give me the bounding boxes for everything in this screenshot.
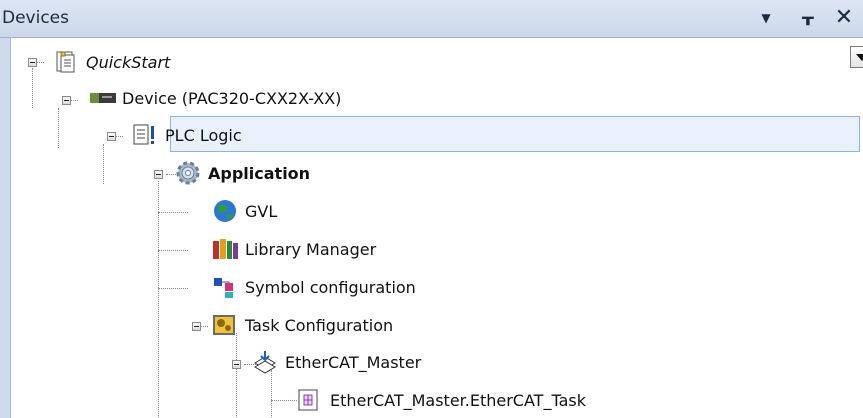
gear-icon bbox=[174, 160, 202, 186]
tree-item-label: Library Manager bbox=[245, 239, 377, 259]
tree-item-ethercat-master[interactable]: EtherCAT_Master bbox=[251, 344, 421, 380]
tree-item-task-configuration[interactable]: Task Configuration bbox=[211, 307, 393, 343]
symbol-config-icon bbox=[211, 274, 239, 300]
tree-item-device[interactable]: Device (PAC320-CXX2X-XX) bbox=[88, 80, 341, 116]
tree-item-label: PLC Logic bbox=[165, 125, 242, 145]
tree-item-label: QuickStart bbox=[86, 52, 171, 72]
tree-item-ethercat-task[interactable]: EtherCAT_Master.EtherCAT_Task bbox=[296, 382, 586, 418]
close-icon[interactable]: ✕ bbox=[833, 6, 855, 30]
pin-icon[interactable]: ᚁ bbox=[797, 6, 819, 30]
left-edge-bar bbox=[0, 38, 11, 418]
tree-item-symbol-configuration[interactable]: Symbol configuration bbox=[211, 269, 416, 305]
tree-item-label: Symbol configuration bbox=[245, 277, 416, 297]
tree-item-plc-logic[interactable]: PLC Logic bbox=[131, 117, 242, 153]
tree-item-label: EtherCAT_Master bbox=[285, 352, 422, 372]
library-icon bbox=[211, 236, 239, 262]
plc-logic-icon bbox=[131, 122, 159, 148]
tree-item-gvl[interactable]: GVL bbox=[211, 193, 277, 229]
tree-item-label: Device (PAC320-CXX2X-XX) bbox=[122, 88, 342, 108]
panel-menu-button[interactable]: ▼ bbox=[755, 6, 777, 30]
tree-item-library-manager[interactable]: Library Manager bbox=[211, 231, 376, 267]
tree-item-application[interactable]: Application bbox=[174, 155, 310, 191]
tree-item-label: Task Configuration bbox=[245, 315, 394, 335]
expander-device[interactable] bbox=[62, 96, 71, 105]
ethercat-master-icon bbox=[251, 349, 279, 375]
tree-item-label: Application bbox=[208, 163, 311, 183]
globe-icon bbox=[211, 198, 239, 224]
selection-highlight bbox=[170, 116, 860, 152]
tree-item-label: GVL bbox=[245, 201, 278, 221]
expander-plc-logic[interactable] bbox=[107, 132, 116, 141]
expander-task-configuration[interactable] bbox=[192, 322, 201, 331]
tree-dropdown-button[interactable] bbox=[850, 46, 863, 68]
panel-titlebar: Devices ▼ ᚁ ✕ bbox=[0, 0, 863, 38]
tree-item-label: EtherCAT_Master.EtherCAT_Task bbox=[330, 390, 586, 410]
task-icon bbox=[296, 387, 324, 413]
panel-title: Devices bbox=[2, 8, 69, 28]
project-file-icon bbox=[52, 49, 80, 75]
expander-ethercat-master[interactable] bbox=[232, 360, 241, 369]
expander-application[interactable] bbox=[154, 170, 163, 179]
tree-item-quickstart[interactable]: QuickStart bbox=[52, 44, 170, 80]
device-icon bbox=[88, 85, 116, 111]
task-config-icon bbox=[211, 312, 239, 338]
expander-quickstart[interactable] bbox=[28, 58, 37, 67]
